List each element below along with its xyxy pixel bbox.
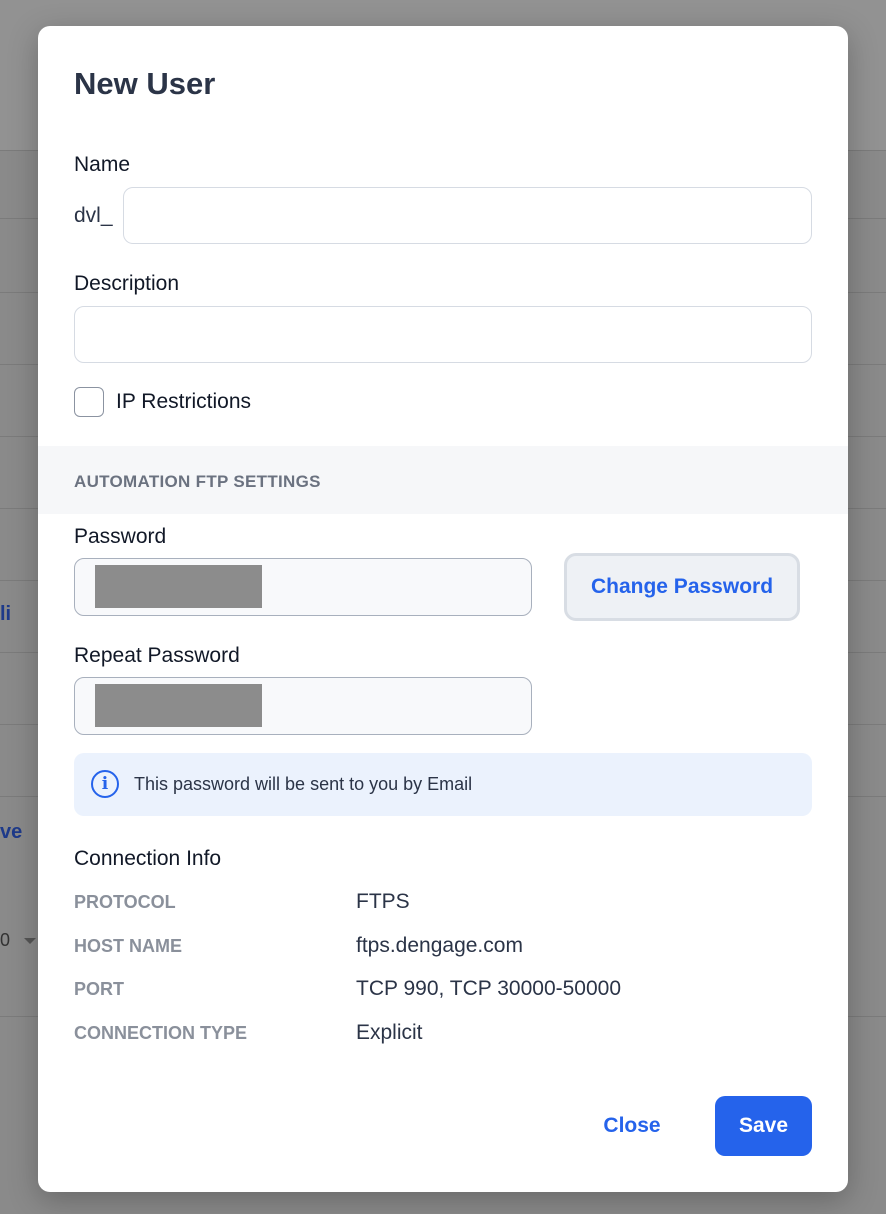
save-button[interactable]: Save bbox=[715, 1096, 812, 1156]
connection-key-host: HOST NAME bbox=[74, 936, 182, 956]
chevron-down-icon bbox=[24, 938, 36, 944]
new-user-modal: New User Name dvl_ Description IP Restri… bbox=[38, 26, 848, 1192]
password-label: Password bbox=[74, 525, 167, 548]
repeat-password-input[interactable] bbox=[74, 677, 532, 735]
modal-title: New User bbox=[74, 66, 216, 101]
password-input[interactable] bbox=[74, 558, 532, 616]
close-button[interactable]: Close bbox=[590, 1096, 674, 1156]
background-link-text: ve bbox=[0, 821, 23, 843]
name-prefix: dvl_ bbox=[74, 204, 113, 227]
connection-key-type: CONNECTION TYPE bbox=[74, 1023, 248, 1043]
background-select-value: 0 bbox=[0, 930, 11, 950]
ftp-section-title: AUTOMATION FTP SETTINGS bbox=[74, 472, 321, 491]
ip-restrictions-checkbox[interactable] bbox=[74, 387, 104, 417]
name-input[interactable] bbox=[123, 187, 812, 244]
background-link-text: li bbox=[0, 603, 12, 625]
name-label: Name bbox=[74, 153, 131, 176]
password-redaction bbox=[95, 565, 262, 608]
info-circle-icon: i bbox=[91, 770, 119, 798]
password-redaction bbox=[95, 684, 262, 727]
description-input[interactable] bbox=[74, 306, 812, 363]
connection-value-protocol: FTPS bbox=[356, 890, 410, 913]
description-label: Description bbox=[74, 272, 180, 295]
connection-key-protocol: PROTOCOL bbox=[74, 892, 176, 912]
ip-restrictions-label[interactable]: IP Restrictions bbox=[116, 390, 251, 414]
change-password-button[interactable]: Change Password bbox=[564, 553, 800, 621]
connection-value-type: Explicit bbox=[356, 1021, 423, 1044]
connection-key-port: PORT bbox=[74, 979, 125, 999]
info-alert: i This password will be sent to you by E… bbox=[74, 753, 812, 816]
info-alert-text: This password will be sent to you by Ema… bbox=[134, 774, 473, 794]
connection-info-title: Connection Info bbox=[74, 847, 222, 870]
repeat-password-label: Repeat Password bbox=[74, 644, 240, 667]
connection-value-host: ftps.dengage.com bbox=[356, 934, 523, 957]
connection-value-port: TCP 990, TCP 30000-50000 bbox=[356, 977, 622, 1000]
